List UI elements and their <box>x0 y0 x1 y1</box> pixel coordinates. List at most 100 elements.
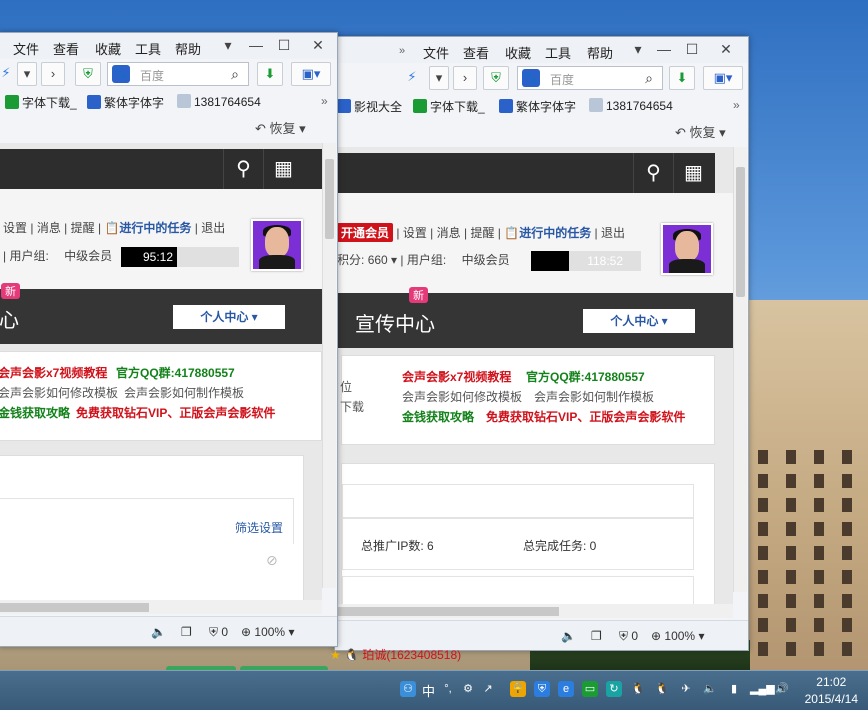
search-icon[interactable]: ⚲ <box>223 149 263 189</box>
ime-indicator[interactable]: 中 <box>422 681 435 700</box>
dropdown-icon[interactable]: ▾ <box>17 62 37 86</box>
clock[interactable]: 21:02 2015/4/14 <box>805 674 858 708</box>
make-template-link[interactable]: 会声会影如何制作模板 <box>124 384 244 401</box>
free-vip-link[interactable]: 免费获取钻石VIP、正版会声会影软件 <box>486 408 685 425</box>
menu-help[interactable]: 帮助 <box>175 39 201 58</box>
menu-favorites[interactable]: 收藏 <box>95 39 121 58</box>
x7-tutorial-link[interactable]: 会声会影x7视频教程 <box>0 364 107 381</box>
device-tray-icon[interactable]: ▮ <box>726 681 742 697</box>
monitor-tray-icon[interactable]: ▭ <box>582 681 598 697</box>
lock-icon[interactable]: 🔒 <box>510 681 526 697</box>
shield-status[interactable]: ⛨ 0 <box>619 629 638 644</box>
speaker-icon[interactable]: 🔈 <box>151 625 166 639</box>
logout-link[interactable]: 退出 <box>201 221 225 235</box>
zoom-control[interactable]: ⊕ 100% ▾ <box>241 625 294 639</box>
skin-icon[interactable]: ▾ <box>217 36 239 54</box>
more-icon[interactable]: » <box>733 98 740 112</box>
signal-icon[interactable]: ▂▄▆ <box>750 681 775 697</box>
make-template-link[interactable]: 会声会影如何制作模板 <box>534 388 654 405</box>
browser-window-1[interactable]: 文件 查看 收藏 工具 帮助 ▾ — ☐ ✕ ⚡ ▾ › ⛨ 🐾 百度 ⌕ ⬇ … <box>0 32 338 647</box>
download-icon[interactable]: ⬇ <box>257 62 283 86</box>
fav-fan[interactable]: 繁体字体字 <box>87 94 164 111</box>
qq-notification[interactable]: ★ 🐧 珀诚(1623408518) <box>330 646 530 666</box>
filter-settings-link[interactable]: 筛选设置 <box>235 519 283 536</box>
tasks-link[interactable]: 进行中的任务 <box>519 226 591 240</box>
avatar[interactable] <box>661 223 713 275</box>
menu-favorites[interactable]: 收藏 <box>505 43 531 62</box>
shield-tray-icon[interactable]: ⛨ <box>534 681 550 697</box>
skin-icon[interactable]: ▾ <box>627 40 649 58</box>
browser-tray-icon[interactable]: e <box>558 681 574 697</box>
browser-window-2[interactable]: » 文件 查看 收藏 工具 帮助 ▾ — ☐ ✕ ⚡ ▾ › ⛨ 🐾 百度 ⌕ … <box>334 36 749 651</box>
screenshot-icon[interactable]: ▣▾ <box>291 62 331 86</box>
baidu-paw-icon[interactable]: 🐾 <box>112 65 130 83</box>
modify-template-link[interactable]: 会声会影如何修改模板 <box>0 384 118 401</box>
personal-center-button[interactable]: 个人中心 ▾ <box>173 305 285 329</box>
minimize-icon[interactable]: — <box>245 36 267 54</box>
search-icon[interactable]: ⌕ <box>638 69 660 87</box>
fav-fan[interactable]: 繁体字体字 <box>499 98 576 115</box>
speed-icon[interactable]: ⚡ <box>0 62 13 86</box>
grid-menu-icon[interactable]: ▦ <box>673 153 713 193</box>
minimize-icon[interactable]: — <box>653 40 675 58</box>
settings-link[interactable]: 设置 <box>403 226 427 240</box>
baidu-paw-icon[interactable]: 🐾 <box>522 69 540 87</box>
refresh-tray-icon[interactable]: ↻ <box>606 681 622 697</box>
remind-link[interactable]: 提醒 <box>470 226 494 240</box>
menu-view[interactable]: 查看 <box>53 39 79 58</box>
overflow-icon[interactable]: » <box>399 45 405 57</box>
vertical-scrollbar[interactable] <box>733 147 747 592</box>
zoom-control[interactable]: ⊕ 100% ▾ <box>651 629 704 643</box>
qq-tray-icon-2[interactable]: 🐧 <box>654 681 670 697</box>
maximize-icon[interactable]: ☐ <box>273 36 295 54</box>
menu-view[interactable]: 查看 <box>463 43 489 62</box>
vertical-scrollbar[interactable] <box>322 143 336 588</box>
fav-num[interactable]: 1381764654 <box>177 94 261 109</box>
remind-link[interactable]: 提醒 <box>71 221 95 235</box>
fav-video[interactable]: 影视大全 <box>337 98 402 115</box>
speaker-tray-icon[interactable]: 🔈 <box>702 681 718 697</box>
horizontal-scroll-thumb[interactable] <box>335 607 559 616</box>
menu-help[interactable]: 帮助 <box>587 43 613 62</box>
modify-template-link[interactable]: 会声会影如何修改模板 <box>402 388 522 405</box>
vip-button[interactable]: 开通会员 <box>337 223 394 242</box>
download-icon[interactable]: ⬇ <box>669 66 695 90</box>
network-icon[interactable]: ⚇ <box>400 681 416 697</box>
messages-link[interactable]: 消息 <box>37 221 61 235</box>
shield-status[interactable]: ⛨ 0 <box>209 625 228 640</box>
search-box[interactable]: 🐾 百度 ⌕ <box>107 62 249 86</box>
x7-tutorial-link[interactable]: 会声会影x7视频教程 <box>402 368 511 385</box>
menu-file[interactable]: 文件 <box>13 39 39 58</box>
restore-button[interactable]: ↶ 恢复 ▾ <box>675 122 726 141</box>
more-icon[interactable]: » <box>321 94 328 108</box>
plane-tray-icon[interactable]: ✈ <box>678 681 694 697</box>
fav-font[interactable]: 字体下载_ <box>5 94 77 111</box>
avatar[interactable] <box>251 219 303 271</box>
search-icon[interactable]: ⌕ <box>224 65 246 83</box>
window-icon[interactable]: ❐ <box>591 629 602 643</box>
horizontal-scrollbar[interactable] <box>335 604 733 618</box>
maximize-icon[interactable]: ☐ <box>681 40 703 58</box>
horizontal-scrollbar[interactable] <box>0 600 322 614</box>
close-icon[interactable]: ✕ <box>715 40 737 58</box>
forward-icon[interactable]: › <box>453 66 477 90</box>
menu-file[interactable]: 文件 <box>423 43 449 62</box>
dropdown-icon[interactable]: ▾ <box>429 66 449 90</box>
center-tab[interactable]: 心 <box>0 304 19 333</box>
forward-icon[interactable]: › <box>41 62 65 86</box>
search-box[interactable]: 🐾 百度 ⌕ <box>517 66 663 90</box>
qq-group-link[interactable]: 官方QQ群:417880557 <box>526 368 645 385</box>
money-guide-link[interactable]: 金钱获取攻略 <box>0 404 70 421</box>
volume-icon[interactable]: 🔊 <box>774 681 790 697</box>
fav-font[interactable]: 字体下载_ <box>413 98 485 115</box>
close-icon[interactable]: ✕ <box>307 36 329 54</box>
restore-button[interactable]: ↶ 恢复 ▾ <box>255 118 306 137</box>
fav-num[interactable]: 1381764654 <box>589 98 673 113</box>
screenshot-icon[interactable]: ▣▾ <box>703 66 743 90</box>
speaker-icon[interactable]: 🔈 <box>561 629 576 643</box>
search-icon[interactable]: ⚲ <box>633 153 673 193</box>
promotion-center-tab[interactable]: 宣传中心 <box>355 308 435 337</box>
menu-tools[interactable]: 工具 <box>135 39 161 58</box>
menu-tools[interactable]: 工具 <box>545 43 571 62</box>
personal-center-button[interactable]: 个人中心 ▾ <box>583 309 695 333</box>
